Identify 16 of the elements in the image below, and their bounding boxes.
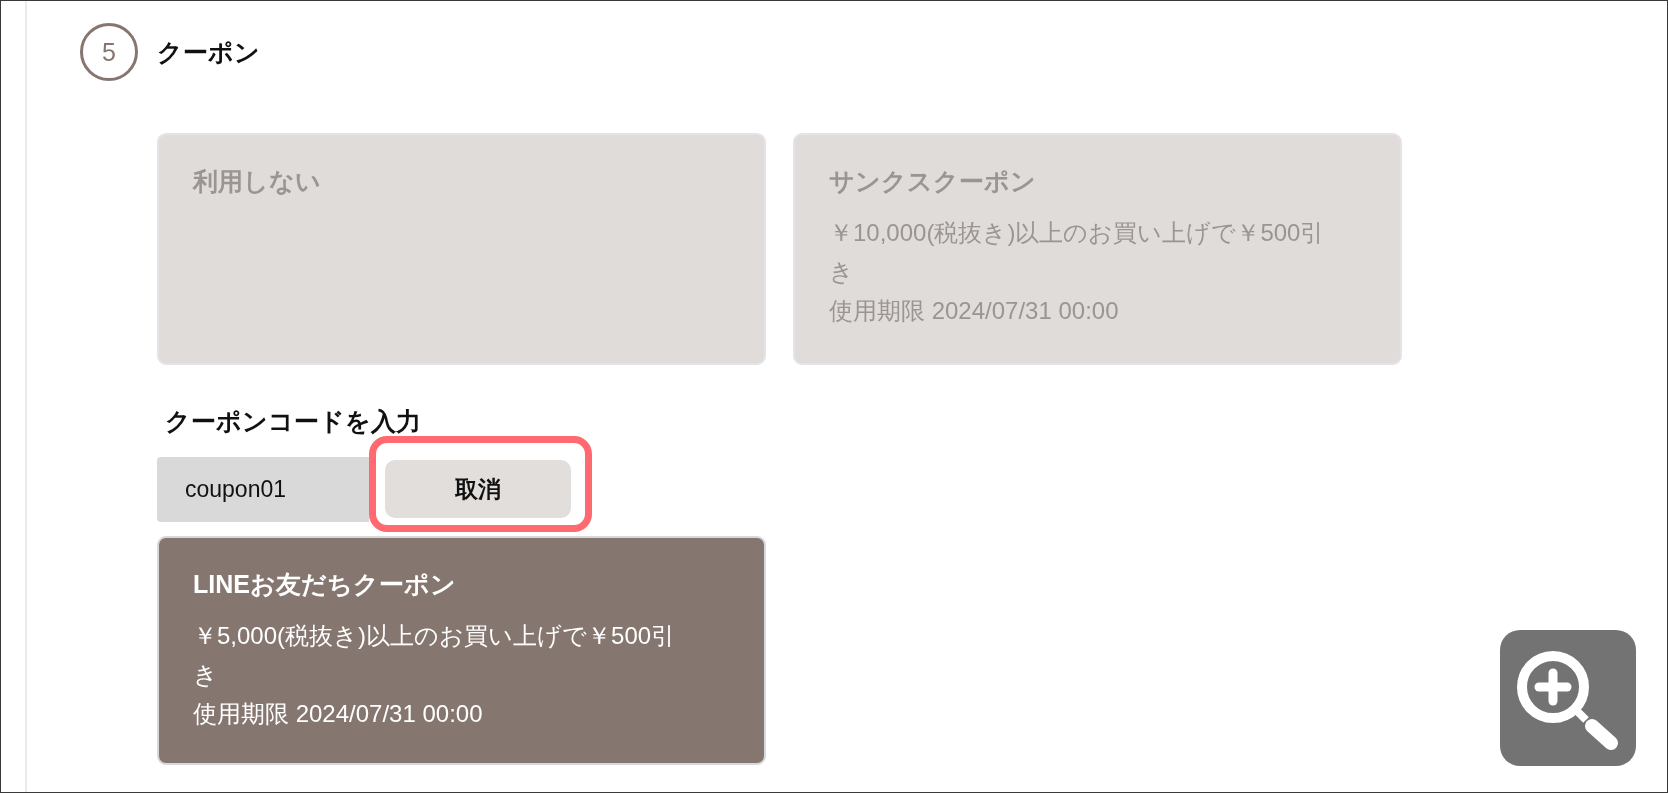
coupon-description: ￥10,000(税抜き)以上のお買い上げで￥500引き	[829, 218, 1326, 287]
coupon-expiry: 使用期限 2024/07/31 00:00	[193, 699, 484, 729]
step-number: 5	[80, 23, 138, 81]
coupon-description: ￥5,000(税抜き)以上のお買い上げで￥500引き	[193, 621, 677, 690]
coupon-title: 利用しない	[193, 166, 322, 197]
coupon-card[interactable]: LINEお友だちクーポン ￥5,000(税抜き)以上のお買い上げで￥500引き 使用期限 2024/07/31 00:00	[157, 536, 766, 765]
coupon-title: LINEお友だちクーポン	[193, 569, 457, 600]
section-title: クーポン	[157, 36, 260, 68]
coupon-card[interactable]: サンクスクーポン ￥10,000(税抜き)以上のお買い上げで￥500引き 使用期限 2024/07/31 00:00	[793, 133, 1402, 365]
zoom-button[interactable]	[1500, 630, 1636, 766]
cancel-button[interactable]: 取消	[385, 460, 571, 518]
coupon-title: サンクスクーポン	[829, 166, 1037, 197]
coupon-expiry: 使用期限 2024/07/31 00:00	[829, 296, 1120, 326]
coupon-code-field[interactable]: coupon01	[157, 457, 369, 522]
code-label: クーポンコードを入力	[164, 408, 421, 434]
zoom-in-icon	[1516, 650, 1620, 750]
